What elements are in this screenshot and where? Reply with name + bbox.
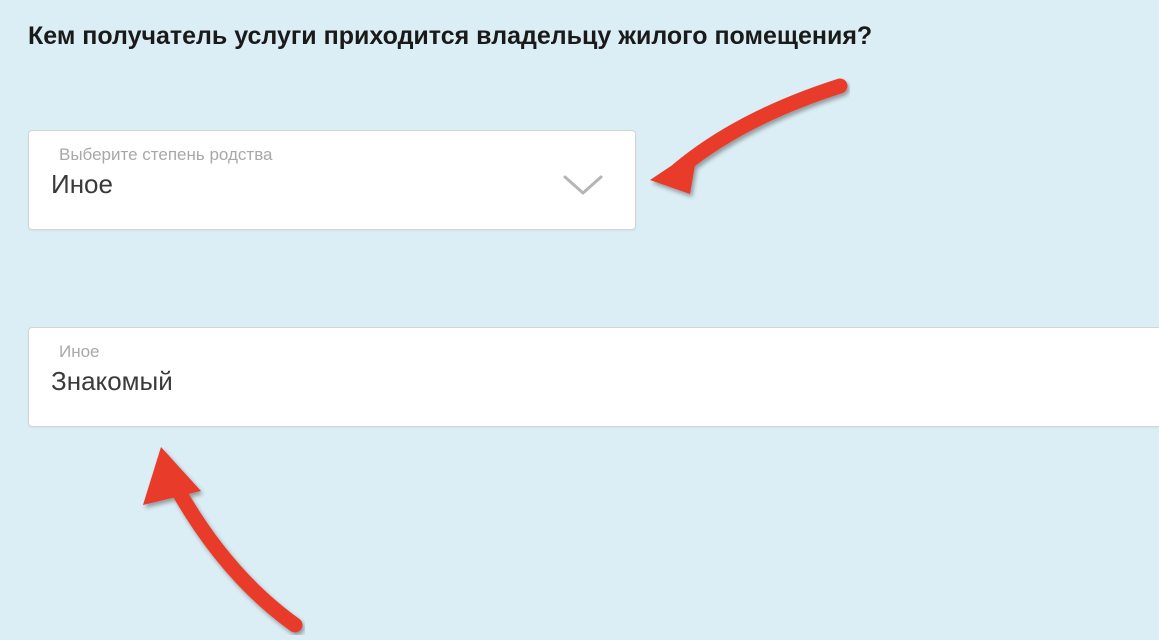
other-relationship-label: Иное (59, 342, 1137, 362)
chevron-down-icon (561, 173, 605, 204)
other-relationship-value: Знакомый (51, 366, 1137, 397)
relationship-select-label: Выберите степень родства (59, 145, 613, 165)
relationship-select[interactable]: Выберите степень родства Иное (28, 130, 636, 230)
relationship-select-value: Иное (51, 169, 613, 200)
page-heading: Кем получатель услуги приходится владель… (28, 22, 872, 51)
other-relationship-input[interactable]: Иное Знакомый (28, 327, 1159, 427)
annotation-arrow-icon (640, 78, 850, 223)
annotation-arrow-icon (115, 435, 305, 640)
